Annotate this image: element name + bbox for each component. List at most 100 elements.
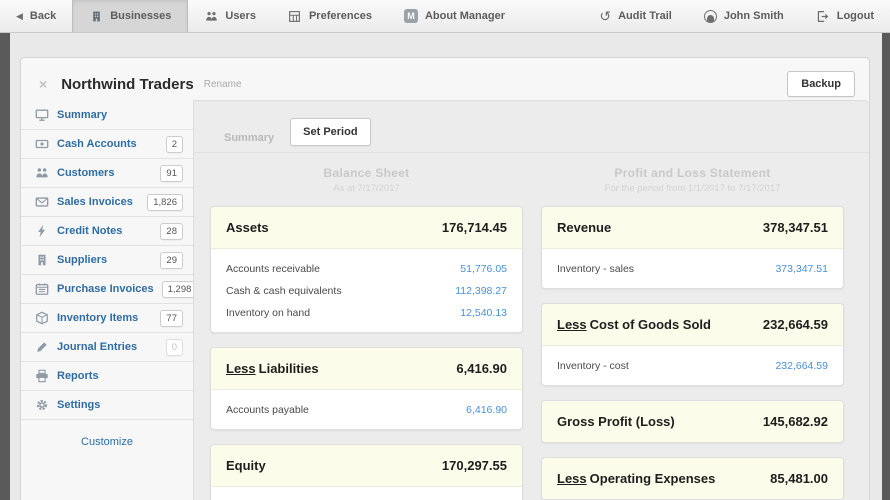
less-prefix: Less <box>557 317 587 332</box>
liabilities-card: LessLiabilities 6,416.90 Accounts payabl… <box>210 347 523 430</box>
nav-tab-users[interactable]: Users <box>188 0 272 32</box>
cost-of-goods-sold-card: LessCost of Goods Sold 232,664.59 Invent… <box>541 303 844 386</box>
logout-button[interactable]: Logout <box>800 0 890 32</box>
sidebar-item-journal-entries[interactable]: Journal Entries 0 <box>21 332 193 361</box>
sidebar-item-credit-notes[interactable]: Credit Notes 28 <box>21 216 193 245</box>
card-total: 6,416.90 <box>456 361 507 376</box>
lightning-icon <box>35 224 49 238</box>
table-row: Inventory on hand 12,540.13 <box>211 302 522 324</box>
card-rows: Inventory - sales 373,347.51 <box>542 249 843 288</box>
card-rows: Retained earnings 170,297.55 <box>211 487 522 500</box>
customers-icon <box>35 166 49 180</box>
back-arrow-icon: ◀ <box>16 11 23 22</box>
account-amount-link[interactable]: 12,540.13 <box>460 307 507 319</box>
user-avatar-icon <box>704 10 717 23</box>
nav-tab-label: About Manager <box>425 10 505 22</box>
users-icon <box>204 9 218 23</box>
user-menu[interactable]: John Smith <box>688 0 800 32</box>
count-badge: 91 <box>160 165 183 182</box>
page-background: × Northwind Traders Rename Backup Summar… <box>10 33 882 500</box>
sidebar-item-reports[interactable]: Reports <box>21 361 193 390</box>
account-label: Cash & cash equivalents <box>226 285 342 297</box>
sidebar-item-inventory-items[interactable]: Inventory Items 77 <box>21 303 193 332</box>
count-badge: 29 <box>160 252 183 269</box>
card-title: Equity <box>226 458 266 473</box>
building-icon <box>35 253 49 267</box>
card-title: Revenue <box>557 220 611 235</box>
cash-icon <box>35 137 49 151</box>
table-row: Inventory - sales 373,347.51 <box>542 258 843 280</box>
envelope-icon <box>35 195 49 209</box>
card-header: Gross Profit (Loss) 145,682.92 <box>542 401 843 442</box>
sidebar-item-summary[interactable]: Summary <box>21 100 193 129</box>
balance-sheet-heading: Balance Sheet As at 7/17/2017 <box>210 166 523 194</box>
sidebar-item-customers[interactable]: Customers 91 <box>21 158 193 187</box>
sidebar-item-cash-accounts[interactable]: Cash Accounts 2 <box>21 129 193 158</box>
account-label: Accounts receivable <box>226 263 320 275</box>
close-icon[interactable]: × <box>39 77 47 91</box>
assets-card: Assets 176,714.45 Accounts receivable 51… <box>210 206 523 333</box>
main-content: Summary Set Period Balance Sheet As at 7… <box>193 100 869 500</box>
card-total: 176,714.45 <box>442 220 507 235</box>
building-icon <box>89 9 103 23</box>
account-amount-link[interactable]: 6,416.90 <box>466 404 507 416</box>
account-amount-link[interactable]: 373,347.51 <box>775 263 828 275</box>
card-title-text: Cost of Goods Sold <box>590 317 711 332</box>
gear-icon <box>35 398 49 412</box>
backup-button[interactable]: Backup <box>787 71 855 97</box>
table-row: Retained earnings 170,297.55 <box>211 496 522 500</box>
account-amount-link[interactable]: 112,398.27 <box>455 285 507 297</box>
sidebar-item-label: Inventory Items <box>57 312 152 324</box>
less-prefix: Less <box>557 471 587 486</box>
tab-strip: Summary Set Period <box>194 101 869 153</box>
logout-label: Logout <box>837 10 874 22</box>
card-title: LessLiabilities <box>226 361 319 376</box>
card-title: LessCost of Goods Sold <box>557 317 711 332</box>
logout-icon <box>816 9 830 23</box>
rename-link[interactable]: Rename <box>204 79 242 90</box>
customize-link[interactable]: Customize <box>81 436 133 448</box>
card-total: 85,481.00 <box>770 471 828 486</box>
card-title-text: Operating Expenses <box>590 471 716 486</box>
sidebar-item-sales-invoices[interactable]: Sales Invoices 1,826 <box>21 187 193 216</box>
nav-tab-label: Preferences <box>309 10 372 22</box>
account-label: Inventory - cost <box>557 360 629 372</box>
sidebar-item-settings[interactable]: Settings <box>21 390 193 419</box>
count-badge: 2 <box>166 136 183 153</box>
nav-tab-preferences[interactable]: Preferences <box>272 0 388 32</box>
nav-tab-businesses[interactable]: Businesses <box>72 0 188 32</box>
count-badge: 0 <box>166 339 183 356</box>
audit-trail-button[interactable]: ↺ Audit Trail <box>583 0 688 32</box>
sidebar-item-suppliers[interactable]: Suppliers 29 <box>21 245 193 274</box>
card-total: 170,297.55 <box>442 458 507 473</box>
sidebar-item-label: Sales Invoices <box>57 196 139 208</box>
set-period-button[interactable]: Set Period <box>290 118 370 146</box>
sidebar-item-label: Suppliers <box>57 254 152 266</box>
back-label: Back <box>30 10 56 22</box>
sidebar: Summary Cash Accounts 2 Customers 91 <box>21 100 193 462</box>
card-header: Assets 176,714.45 <box>211 207 522 249</box>
user-name: John Smith <box>724 10 784 22</box>
tab-summary[interactable]: Summary <box>212 124 286 152</box>
table-row: Cash & cash equivalents 112,398.27 <box>211 280 522 302</box>
sidebar-item-label: Customers <box>57 167 152 179</box>
account-amount-link[interactable]: 51,776.05 <box>460 263 507 275</box>
box-icon <box>35 311 49 325</box>
revenue-card: Revenue 378,347.51 Inventory - sales 373… <box>541 206 844 289</box>
sidebar-item-label: Cash Accounts <box>57 138 158 150</box>
equity-card: Equity 170,297.55 Retained earnings 170,… <box>210 444 523 500</box>
card-header: Revenue 378,347.51 <box>542 207 843 249</box>
balance-sheet-title: Balance Sheet <box>210 166 523 180</box>
card-title: Gross Profit (Loss) <box>557 414 675 429</box>
card-header: LessLiabilities 6,416.90 <box>211 348 522 390</box>
manager-logo-icon: M <box>404 9 418 23</box>
report-columns: Balance Sheet As at 7/17/2017 Assets 176… <box>194 153 869 500</box>
count-badge: 77 <box>160 310 183 327</box>
count-badge: 28 <box>160 223 183 240</box>
account-amount-link[interactable]: 232,664.59 <box>775 360 828 372</box>
back-button[interactable]: ◀ Back <box>0 0 72 32</box>
sidebar-item-purchase-invoices[interactable]: Purchase Invoices 1,298 <box>21 274 193 303</box>
nav-tab-about-manager[interactable]: M About Manager <box>388 0 521 32</box>
monitor-icon <box>35 108 49 122</box>
less-prefix: Less <box>226 361 256 376</box>
